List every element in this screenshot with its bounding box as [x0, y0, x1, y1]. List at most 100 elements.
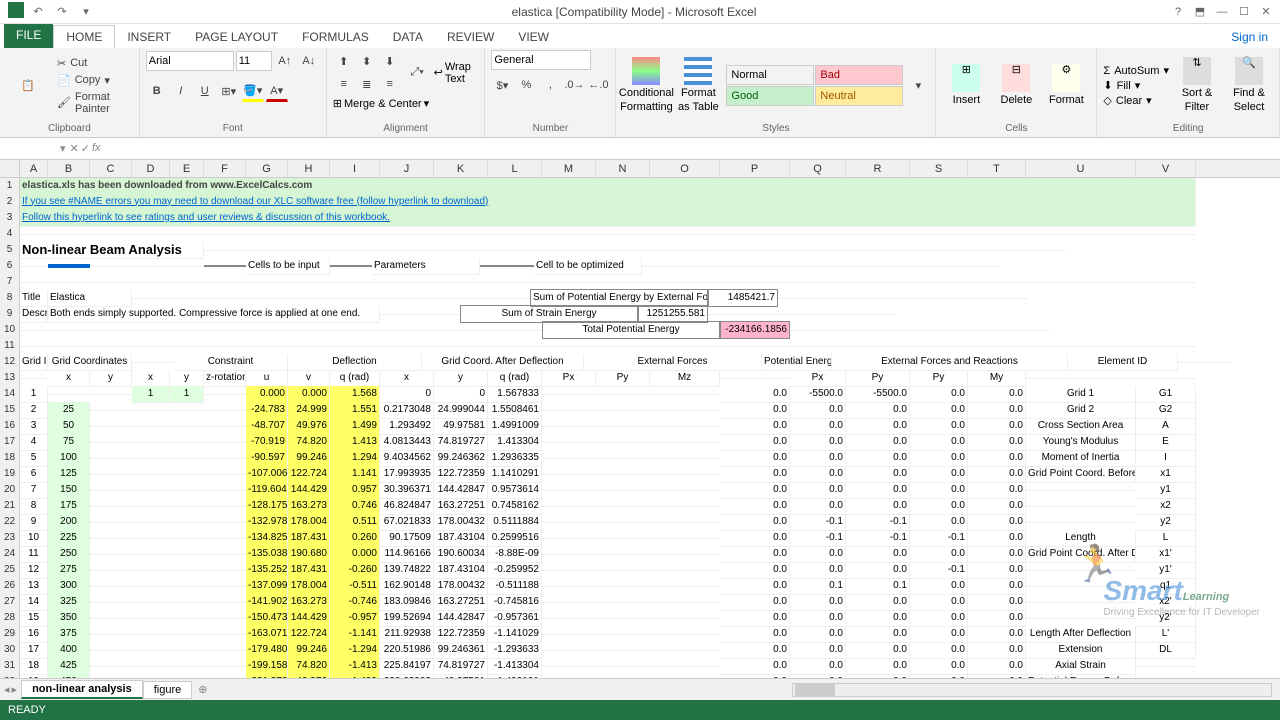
format-cells-button[interactable]: ⚙Format: [1042, 62, 1090, 109]
col-header-U[interactable]: U: [1026, 160, 1136, 177]
format-painter-button[interactable]: 🖌 Format Painter: [56, 90, 131, 116]
conditional-formatting-button[interactable]: Conditional Formatting: [622, 55, 670, 115]
tab-insert[interactable]: INSERT: [115, 26, 183, 48]
worksheet[interactable]: 1elastica.xls has been downloaded from w…: [0, 178, 1280, 678]
decrease-decimal-icon[interactable]: ←.0: [587, 74, 609, 96]
cut-button[interactable]: ✂ Cut: [56, 56, 131, 71]
font-color-button[interactable]: A▾: [266, 80, 288, 102]
increase-decimal-icon[interactable]: .0→: [563, 74, 585, 96]
col-header-F[interactable]: F: [204, 160, 246, 177]
percent-icon[interactable]: %: [515, 74, 537, 96]
insert-cells-button[interactable]: ⊞Insert: [942, 62, 990, 109]
col-header-B[interactable]: B: [48, 160, 90, 177]
column-headers: ABCDEFGHIJKLMNOPQRSTUV: [0, 160, 1280, 178]
accounting-icon[interactable]: $▾: [491, 74, 513, 96]
orientation-icon[interactable]: ⤢▾: [409, 62, 426, 84]
col-header-D[interactable]: D: [132, 160, 170, 177]
comma-icon[interactable]: ,: [539, 74, 561, 96]
style-normal[interactable]: Normal: [726, 65, 814, 85]
formula-input[interactable]: [105, 139, 1280, 159]
tab-review[interactable]: REVIEW: [435, 26, 506, 48]
close-icon[interactable]: ✕: [1256, 2, 1276, 22]
col-header-C[interactable]: C: [90, 160, 132, 177]
help-icon[interactable]: ?: [1168, 2, 1188, 22]
font-name-select[interactable]: [146, 51, 234, 71]
shrink-font-icon[interactable]: A↓: [298, 50, 320, 72]
horizontal-scrollbar[interactable]: [792, 683, 1272, 697]
tab-nav-last-icon[interactable]: ▸: [12, 683, 18, 696]
col-header-S[interactable]: S: [910, 160, 968, 177]
align-center-icon[interactable]: ≣: [356, 73, 378, 95]
align-bottom-icon[interactable]: ⬇: [379, 50, 401, 72]
select-all-corner[interactable]: [0, 160, 20, 177]
clear-button[interactable]: ◇ Clear ▾: [1103, 94, 1169, 107]
col-header-V[interactable]: V: [1136, 160, 1196, 177]
enter-formula-icon[interactable]: ✓: [81, 142, 90, 155]
underline-button[interactable]: U: [194, 80, 216, 102]
col-header-E[interactable]: E: [170, 160, 204, 177]
group-label-font: Font: [146, 121, 320, 136]
col-header-L[interactable]: L: [488, 160, 542, 177]
delete-icon: ⊟: [1002, 64, 1030, 92]
borders-button[interactable]: ⊞▾: [218, 80, 240, 102]
tab-data[interactable]: DATA: [381, 26, 435, 48]
tab-page-layout[interactable]: PAGE LAYOUT: [183, 26, 290, 48]
col-header-K[interactable]: K: [434, 160, 488, 177]
col-header-Q[interactable]: Q: [790, 160, 846, 177]
file-tab[interactable]: FILE: [4, 24, 53, 48]
style-good[interactable]: Good: [726, 86, 814, 106]
style-neutral[interactable]: Neutral: [815, 86, 903, 106]
tab-formulas[interactable]: FORMULAS: [290, 26, 381, 48]
merge-center-button[interactable]: ⊞ Merge & Center ▾: [333, 97, 429, 110]
autosum-button[interactable]: Σ AutoSum ▾: [1103, 64, 1169, 77]
tab-home[interactable]: HOME: [53, 25, 115, 48]
align-top-icon[interactable]: ⬆: [333, 50, 355, 72]
number-format-select[interactable]: [491, 50, 591, 70]
font-size-select[interactable]: [236, 51, 272, 71]
redo-icon[interactable]: ↷: [52, 2, 72, 22]
col-header-R[interactable]: R: [846, 160, 910, 177]
paste-button[interactable]: 📋: [10, 61, 46, 111]
col-header-I[interactable]: I: [330, 160, 380, 177]
copy-button[interactable]: 📄 Copy ▾: [56, 73, 131, 88]
col-header-G[interactable]: G: [246, 160, 288, 177]
ribbon-options-icon[interactable]: ⬒: [1190, 2, 1210, 22]
fx-icon[interactable]: fx: [92, 142, 101, 155]
bold-button[interactable]: B: [146, 80, 168, 102]
delete-cells-button[interactable]: ⊟Delete: [992, 62, 1040, 109]
qat-customize-icon[interactable]: ▾: [76, 2, 96, 22]
cancel-formula-icon[interactable]: ✕: [70, 142, 79, 155]
tab-view[interactable]: VIEW: [506, 26, 561, 48]
tab-nav-first-icon[interactable]: ◂: [4, 683, 10, 696]
align-left-icon[interactable]: ≡: [333, 73, 355, 95]
align-middle-icon[interactable]: ⬍: [356, 50, 378, 72]
col-header-P[interactable]: P: [720, 160, 790, 177]
fill-color-button[interactable]: 🪣▾: [242, 80, 264, 102]
style-bad[interactable]: Bad: [815, 65, 903, 85]
undo-icon[interactable]: ↶: [28, 2, 48, 22]
fill-button[interactable]: ⬇ Fill ▾: [1103, 79, 1169, 92]
maximize-icon[interactable]: ☐: [1234, 2, 1254, 22]
col-header-J[interactable]: J: [380, 160, 434, 177]
styles-more-icon[interactable]: ▾: [907, 75, 929, 97]
col-header-N[interactable]: N: [596, 160, 650, 177]
wrap-text-button[interactable]: ↩ Wrap Text: [434, 61, 479, 85]
sort-filter-button[interactable]: ⇅Sort & Filter: [1173, 55, 1221, 115]
col-header-O[interactable]: O: [650, 160, 720, 177]
sheet-tab-nonlinear[interactable]: non-linear analysis: [21, 680, 143, 699]
grow-font-icon[interactable]: A↑: [274, 50, 296, 72]
format-as-table-button[interactable]: Format as Table: [674, 55, 722, 115]
col-header-H[interactable]: H: [288, 160, 330, 177]
sheet-tab-figure[interactable]: figure: [143, 681, 193, 699]
new-sheet-icon[interactable]: ⊕: [192, 683, 213, 696]
sign-in-link[interactable]: Sign in: [1219, 26, 1280, 48]
align-right-icon[interactable]: ≡: [379, 73, 401, 95]
col-header-A[interactable]: A: [20, 160, 48, 177]
italic-button[interactable]: I: [170, 80, 192, 102]
find-select-button[interactable]: 🔍Find & Select: [1225, 55, 1273, 115]
name-box[interactable]: [0, 139, 60, 159]
col-header-T[interactable]: T: [968, 160, 1026, 177]
minimize-icon[interactable]: —: [1212, 2, 1232, 22]
col-header-M[interactable]: M: [542, 160, 596, 177]
group-styles: Conditional Formatting Format as Table N…: [616, 48, 936, 138]
